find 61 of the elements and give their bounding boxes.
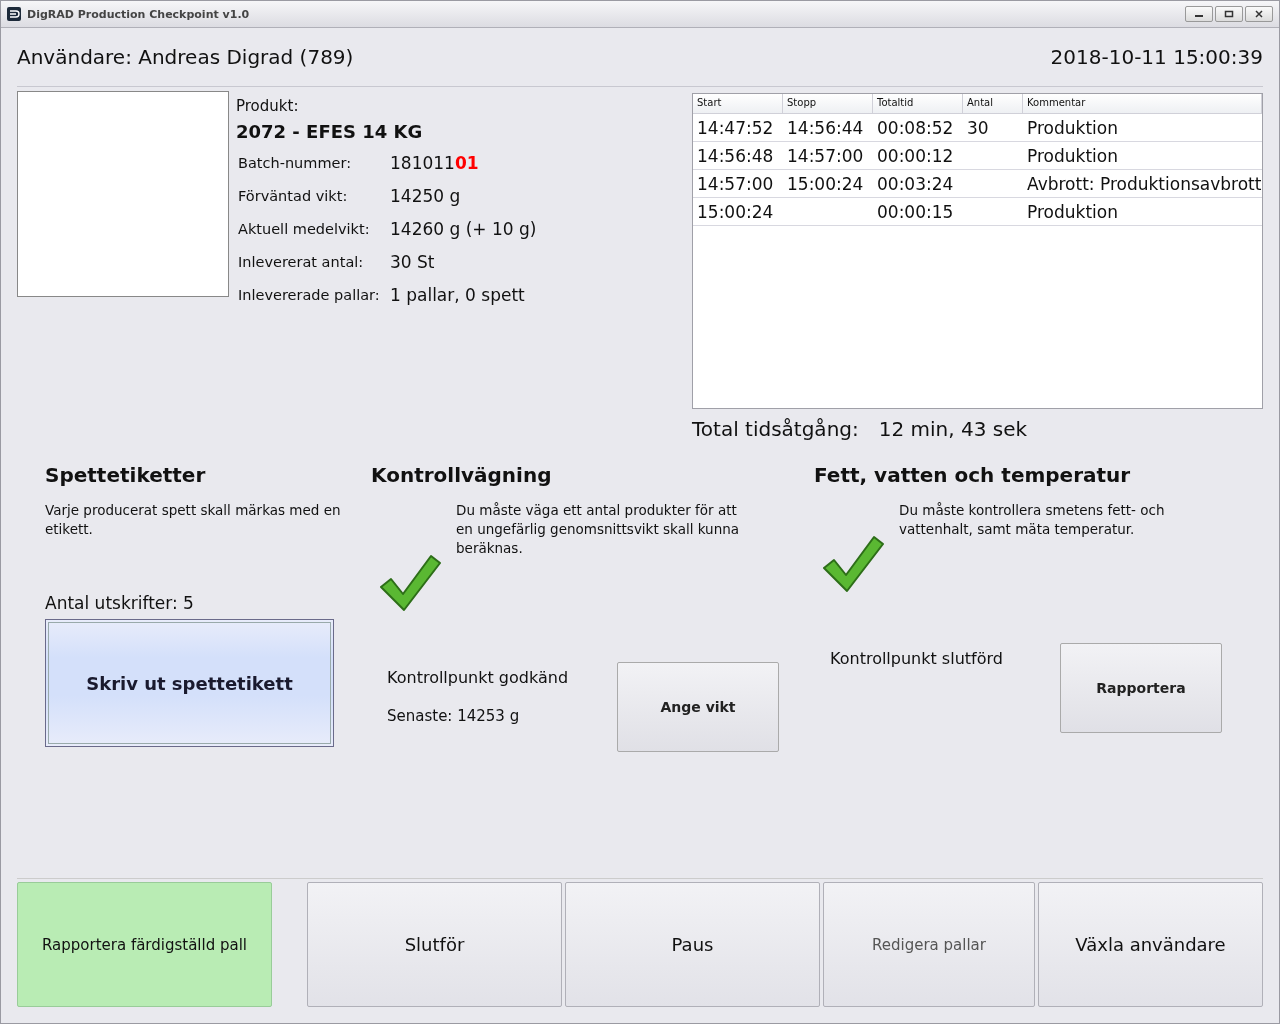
field-label: Förväntad vikt: — [237, 187, 349, 204]
table-cell-text: Avbrott: Produktionsavbrott — [1026, 173, 1262, 194]
status-text: Kontrollpunkt slutförd — [830, 649, 1004, 668]
action-button[interactable]: Ange vikt — [617, 662, 779, 752]
total-value: 12 min, 43 sek — [878, 417, 1028, 441]
field-value: 30 St — [390, 251, 435, 272]
minimize-button[interactable] — [1185, 6, 1213, 22]
field-label: Inlevererade pallar: — [237, 286, 381, 303]
table-cell-text: 00:00:12 — [876, 145, 955, 166]
action-button[interactable]: Paus — [565, 882, 820, 1007]
maximize-icon — [1224, 10, 1234, 18]
field-value: 1 pallar, 0 spett — [390, 284, 525, 305]
field-value: 18101101 — [390, 152, 479, 173]
column-header[interactable]: Kommentar — [1023, 94, 1262, 113]
product-label: Produkt: — [236, 97, 300, 115]
column-header[interactable]: Antal — [963, 94, 1023, 113]
action-button[interactable]: Rapportera — [1060, 643, 1222, 733]
column-header[interactable]: Totaltid — [873, 94, 963, 113]
field-label: Batch-nummer: — [237, 154, 353, 171]
product-name: 2072 - EFES 14 KG — [236, 121, 424, 142]
action-button[interactable]: Växla användare — [1038, 882, 1263, 1007]
section-title: Fett, vatten och temperatur — [814, 463, 1132, 487]
field-value: 14260 g (+ 10 g) — [390, 218, 537, 239]
action-button[interactable]: Slutför — [307, 882, 562, 1007]
window-title: DigRAD Production Checkpoint v1.0 — [27, 7, 250, 21]
field-value: 14250 g — [390, 185, 461, 206]
app-icon — [7, 7, 21, 21]
table-cell-text: 00:03:24 — [876, 173, 955, 194]
column-header[interactable]: Start — [693, 94, 783, 113]
close-button[interactable] — [1245, 6, 1273, 22]
status-text: Kontrollpunkt godkänd — [387, 668, 570, 687]
section-description: Du måste kontrollera smetens fett- och vattenhalt, samt mäta temperatur. — [899, 501, 1166, 539]
table-cell-text: 14:57:00 — [696, 173, 775, 194]
section-title: Spettetiketter — [45, 463, 207, 487]
print-button[interactable]: Skriv ut spettetikett — [45, 619, 334, 747]
table-cell-text: 14:56:48 — [696, 145, 775, 166]
field-label: Inlevererat antal: — [237, 253, 365, 270]
date-time: 2018-10-11 15:00:39 — [1050, 45, 1263, 69]
table-cell-text: 14:57:00 — [786, 145, 865, 166]
table-cell-text: 30 — [966, 117, 990, 138]
print-count: Antal utskrifter: 5 — [45, 593, 195, 613]
total-label: Total tidsåtgång: — [692, 417, 859, 441]
table-cell-text: Produktion — [1026, 145, 1119, 166]
latest-weight: Senaste: 14253 g — [387, 707, 521, 725]
section-description: Varje producerat spett skall märkas med en etikett. — [45, 501, 342, 539]
table-cell-text: 15:00:24 — [696, 201, 775, 222]
section-title: Kontrollvägning — [371, 463, 553, 487]
close-icon — [1254, 10, 1264, 18]
column-header[interactable]: Stopp — [783, 94, 873, 113]
user-label: Användare: Andreas Digrad (789) — [17, 45, 354, 69]
table-cell-text: 15:00:24 — [786, 173, 865, 194]
table-cell-text: 00:08:52 — [876, 117, 955, 138]
table-cell-text: Produktion — [1026, 201, 1119, 222]
action-button[interactable]: Rapportera färdigställd pall — [17, 882, 272, 1007]
section-description: Du måste väga ett antal produkter för att en ungefärlig genomsnittsvikt skall kunna beräknas. — [456, 501, 741, 558]
field-label: Aktuell medelvikt: — [237, 220, 371, 237]
table-cell-text: Produktion — [1026, 117, 1119, 138]
maximize-button[interactable] — [1215, 6, 1243, 22]
table-cell-text: 14:56:44 — [786, 117, 865, 138]
table-cell-text: 00:00:15 — [876, 201, 955, 222]
table-cell-text: 14:47:52 — [696, 117, 775, 138]
